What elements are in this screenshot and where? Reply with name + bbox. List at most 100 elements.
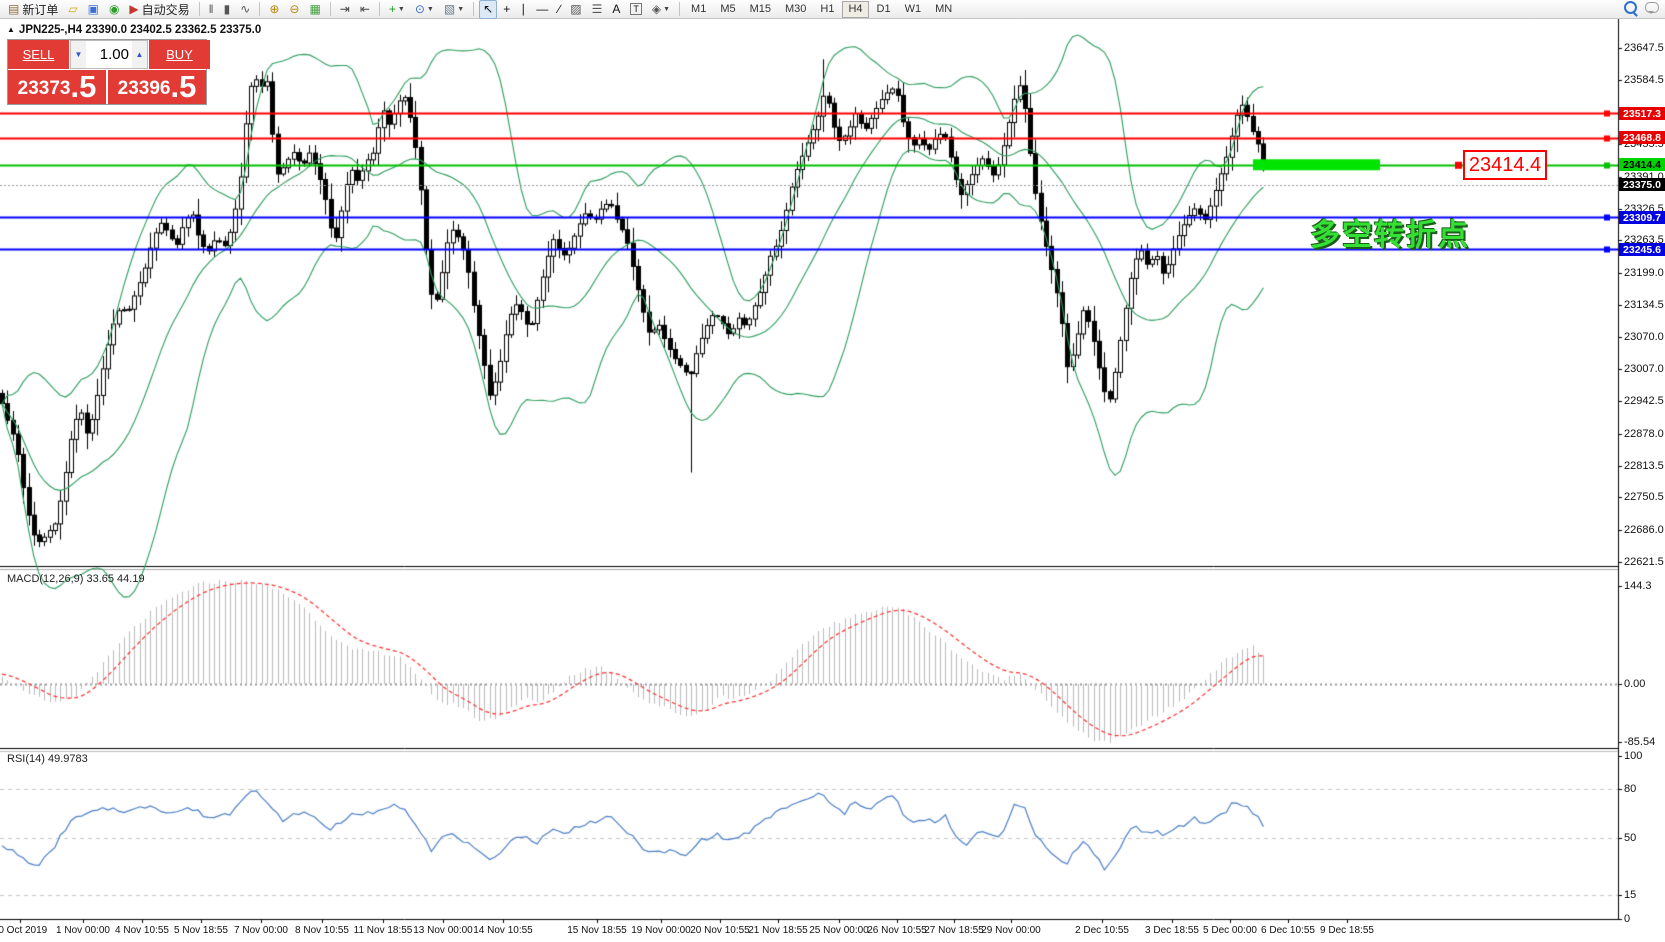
macd-axis-tick: -85.54	[1624, 736, 1655, 748]
price-chart-canvas[interactable]	[0, 0, 1665, 942]
trade-panel-top-row: SELL ▼ ▲ BUY	[8, 40, 206, 69]
timeframe-button-h4[interactable]: H4	[842, 1, 868, 18]
buy-price[interactable]: 23396.5	[108, 70, 206, 104]
periods-button[interactable]: ⊙▼	[411, 0, 438, 19]
candlestick-chart-icon: ▮	[224, 1, 231, 17]
text-button[interactable]: A	[608, 0, 624, 19]
time-axis-label: 11 Nov 18:55	[354, 925, 413, 936]
timeframe-button-m15[interactable]: M15	[744, 1, 777, 18]
candlestick-chart-button[interactable]: ▮	[220, 0, 235, 19]
price-axis-badge: 23245.6	[1619, 243, 1665, 256]
timeframe-button-mn[interactable]: MN	[929, 1, 958, 18]
price-axis-tick: 23647.5	[1624, 42, 1664, 54]
sell-price[interactable]: 23373.5	[8, 70, 106, 104]
signals-button[interactable]: ◉	[105, 0, 123, 19]
autotrading-button[interactable]: ▶自动交易	[125, 0, 193, 19]
time-axis-label: 27 Nov 18:55	[924, 925, 984, 936]
timeframe-button-h1[interactable]: H1	[814, 1, 840, 18]
time-axis-label: 5 Dec 00:00	[1203, 925, 1257, 936]
price-axis-badge: 23414.4	[1619, 158, 1665, 171]
rsi-indicator-label: RSI(14) 49.9783	[7, 753, 88, 765]
price-axis-tick: 23070.0	[1624, 331, 1664, 343]
new-order-button-label: 新订单	[22, 1, 58, 18]
auto-scroll-button[interactable]: ⇥	[336, 0, 354, 19]
volume-decrease-button[interactable]: ▼	[71, 41, 86, 68]
time-axis-label: 1 Nov 00:00	[56, 925, 110, 936]
toolbar-separator	[199, 2, 200, 16]
rsi-axis-tick: 80	[1624, 783, 1636, 795]
price-axis-badge: 23375.0	[1619, 178, 1665, 191]
zoom-out-button[interactable]: ⊖	[285, 0, 303, 19]
market-watch-button[interactable]: ▣	[84, 0, 103, 19]
time-axis-label: 15 Nov 18:55	[567, 925, 627, 936]
chart-history-button[interactable]: ▱	[64, 0, 81, 19]
templates-button-dropdown-caret[interactable]: ▼	[457, 6, 464, 13]
vertical-line-button[interactable]: ∣	[516, 0, 530, 19]
volume-spinner: ▼ ▲	[70, 40, 148, 69]
zoom-in-button[interactable]: ⊕	[265, 0, 283, 19]
bar-chart-button[interactable]: ‖	[205, 0, 218, 19]
toolbar-right-icons	[1624, 1, 1659, 14]
timeframe-button-m1[interactable]: M1	[685, 1, 712, 18]
time-axis-label: 4 Nov 10:55	[115, 925, 169, 936]
line-chart-button[interactable]: ∿	[236, 0, 254, 19]
rsi-axis-tick: 100	[1624, 750, 1642, 762]
new-order-icon: ▤	[8, 1, 19, 17]
crosshair-icon: +	[503, 1, 510, 17]
time-axis-label: 30 Oct 2019	[0, 925, 47, 936]
chat-icon[interactable]	[1645, 2, 1659, 13]
search-icon[interactable]	[1624, 1, 1637, 14]
crosshair-button[interactable]: +	[499, 0, 514, 19]
macd-axis-tick: 144.3	[1624, 580, 1652, 592]
trade-panel-price-row: 23373.5 23396.5	[8, 70, 206, 104]
templates-button[interactable]: ▧▼	[440, 0, 468, 19]
indicators-button[interactable]: +▼	[385, 0, 409, 19]
new-order-button[interactable]: ▤新订单	[4, 0, 62, 19]
volume-input[interactable]	[86, 41, 132, 68]
auto-scroll-icon: ⇥	[340, 1, 350, 17]
arrows-button[interactable]: ◈▼	[648, 0, 674, 19]
buy-button[interactable]: BUY	[149, 40, 210, 69]
equidistant-channel-button[interactable]: ▨	[566, 0, 585, 19]
timeframe-button-m30[interactable]: M30	[779, 1, 812, 18]
timeframe-button-m5[interactable]: M5	[714, 1, 741, 18]
price-axis-tick: 23199.0	[1624, 267, 1664, 279]
fibonacci-button[interactable]: ☰	[588, 0, 607, 19]
price-axis-tick: 23584.5	[1624, 74, 1664, 86]
turning-point-annotation[interactable]: 多空转折点	[1310, 210, 1470, 254]
vertical-line-icon: ∣	[520, 1, 526, 17]
bar-chart-icon: ‖	[209, 1, 214, 17]
tile-windows-icon: ▦	[309, 1, 320, 17]
volume-increase-button[interactable]: ▲	[132, 41, 147, 68]
buy-price-main: 23396	[118, 76, 171, 102]
timeframe-button-w1[interactable]: W1	[899, 1, 928, 18]
toolbar-separator	[379, 2, 380, 16]
text-label-button[interactable]: T	[626, 0, 646, 19]
macd-axis-tick: 0.00	[1624, 678, 1645, 690]
trendline-button[interactable]: ∕	[554, 0, 564, 19]
chart-shift-button[interactable]: ⇤	[356, 0, 374, 19]
autotrading-button-label: 自动交易	[142, 1, 190, 18]
tile-windows-button[interactable]: ▦	[305, 0, 324, 19]
trendline-icon: ∕	[558, 1, 560, 17]
zoom-out-icon: ⊖	[289, 1, 299, 17]
periods-button-dropdown-caret[interactable]: ▼	[427, 6, 434, 13]
time-axis-label: 2 Dec 10:55	[1075, 925, 1129, 936]
sell-button[interactable]: SELL	[8, 40, 69, 69]
timeframe-button-d1[interactable]: D1	[871, 1, 897, 18]
sell-price-frac: .5	[70, 72, 96, 102]
indicators-button-dropdown-caret[interactable]: ▼	[398, 6, 405, 13]
cursor-button[interactable]: ↖	[479, 0, 497, 19]
price-callout-label[interactable]: 23414.4	[1463, 150, 1547, 180]
price-axis-tick: 22621.5	[1624, 556, 1664, 568]
text-label-icon: T	[630, 3, 642, 15]
rsi-axis-tick: 50	[1624, 832, 1636, 844]
price-axis-tick: 22686.0	[1624, 524, 1664, 536]
text-icon: A	[612, 1, 620, 17]
sell-price-main: 23373	[18, 76, 71, 102]
collapse-triangle-icon[interactable]: ▲	[7, 25, 15, 34]
price-axis-tick: 22813.5	[1624, 460, 1664, 472]
horizontal-line-button[interactable]: —	[532, 0, 552, 19]
price-axis-tick: 22750.5	[1624, 491, 1664, 503]
arrows-button-dropdown-caret[interactable]: ▼	[663, 6, 670, 13]
